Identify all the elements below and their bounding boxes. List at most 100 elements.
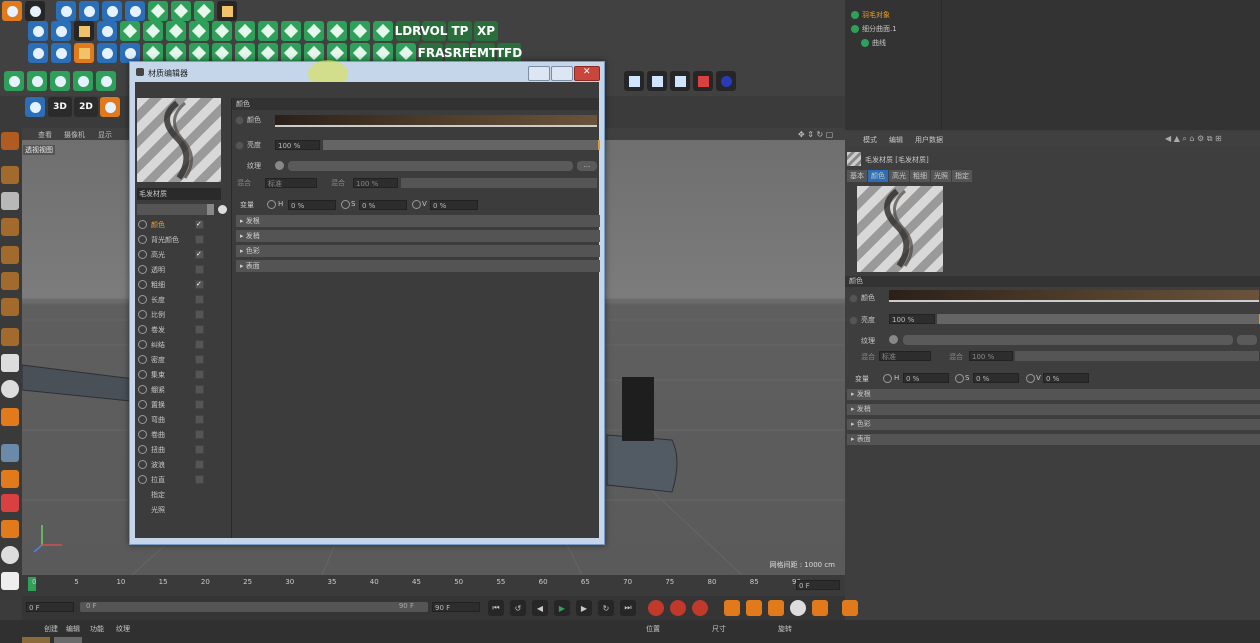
object-mode-icon[interactable] [1,272,19,290]
channel-item[interactable]: 卷曲 [138,428,223,441]
channel-checkbox[interactable] [195,340,204,349]
attr-color-radio-icon[interactable] [849,293,858,303]
play-icon[interactable]: ▶ [554,600,570,616]
attr-h-radio-icon[interactable] [883,374,892,383]
mode-2d-button[interactable]: 2D [74,97,98,117]
mat-menu-texture[interactable]: 纹理 [116,624,130,634]
mat-menu-edit[interactable]: 编辑 [66,624,80,634]
channel-checkbox[interactable] [195,265,204,274]
hair-edit-3-icon[interactable] [189,43,209,63]
object-item[interactable]: 羽毛对象 [851,10,890,20]
channel-checkbox[interactable] [195,325,204,334]
minimize-button[interactable] [528,66,550,81]
attr-section-surface[interactable]: ▸ 表面 [847,434,1260,445]
attr-v-radio-icon[interactable] [1026,374,1035,383]
array-icon[interactable] [97,21,117,41]
channel-radio-icon[interactable] [138,250,147,259]
color-gradient-bar[interactable] [275,115,597,127]
autokey-icon[interactable] [670,600,686,616]
hair-tool-7-icon[interactable] [258,21,278,41]
hair-edit-12-icon[interactable] [396,43,416,63]
brightness-radio-icon[interactable] [235,140,244,150]
channel-item[interactable]: 扭曲 [138,443,223,456]
tp-button[interactable]: TP [448,21,472,41]
channel-checkbox[interactable] [195,460,204,469]
h-input[interactable]: 0 % [288,200,336,210]
hair-edit-11-icon[interactable] [373,43,393,63]
attr-s-radio-icon[interactable] [955,374,964,383]
material-swatch-1[interactable] [22,637,50,643]
viewport-menu-display[interactable]: 显示 [98,130,112,140]
magnet-tool-icon[interactable] [1,408,19,426]
soft-selection-icon[interactable] [1,380,19,398]
keyframe-selection-icon[interactable] [692,600,708,616]
channel-item[interactable]: 光照 [138,503,223,516]
hair-tool-8-icon[interactable] [281,21,301,41]
v-input[interactable]: 0 % [430,200,478,210]
attr-texture-toggle-icon[interactable] [889,335,898,344]
hair-edit-5-icon[interactable] [235,43,255,63]
channel-item[interactable]: 弯曲 [138,413,223,426]
attr-texture-field[interactable] [903,335,1233,345]
hair-tool-12-icon[interactable] [373,21,393,41]
viewport-menu-view[interactable]: 查看 [38,130,52,140]
vol-button[interactable]: VOL [421,21,447,41]
channel-radio-icon[interactable] [138,310,147,319]
x-axis-icon[interactable] [148,1,168,21]
attr-h-input[interactable]: 0 % [903,373,949,383]
hair-tool-4-icon[interactable] [189,21,209,41]
z-axis-icon[interactable] [194,1,214,21]
parameter-icon[interactable] [25,97,45,117]
emt-button[interactable]: EMT [469,43,497,63]
coord-system-icon[interactable] [217,1,237,21]
channel-item[interactable]: 置换 [138,398,223,411]
channel-radio-icon[interactable] [138,220,147,229]
edges-mode-icon[interactable] [1,192,19,210]
channel-checkbox[interactable]: ✓ [195,250,204,259]
spline-icon[interactable] [51,21,71,41]
mat-menu-create[interactable]: 创建 [44,624,58,634]
next-key-icon[interactable]: ↻ [598,600,614,616]
end-frame-field[interactable]: 90 F [432,602,480,612]
key-pla-icon[interactable] [812,600,828,616]
channel-radio-icon[interactable] [138,370,147,379]
attr-v-input[interactable]: 0 % [1043,373,1089,383]
model-mode-icon[interactable] [1,246,19,264]
key-rotation-icon[interactable] [768,600,784,616]
channel-item[interactable]: 比例 [138,308,223,321]
channel-checkbox[interactable]: ✓ [195,280,204,289]
render-settings-icon[interactable] [693,71,713,91]
points-mode-icon[interactable] [1,166,19,184]
attr-tab[interactable]: 高光 [889,170,909,182]
texture-toggle-icon[interactable] [275,161,284,170]
mat-menu-function[interactable]: 功能 [90,624,104,634]
channel-item[interactable]: 绷紧 [138,383,223,396]
hair-tool-3-icon[interactable] [166,21,186,41]
fra-button[interactable]: FRA [418,43,444,63]
attr-section-tint[interactable]: ▸ 色彩 [847,419,1260,430]
redo-icon[interactable] [25,1,45,21]
channel-radio-icon[interactable] [138,460,147,469]
hair-edit-7-icon[interactable] [281,43,301,63]
channel-item[interactable]: 密度 [138,353,223,366]
section-tip[interactable]: ▸ 发梢 [236,230,600,242]
lock-icon[interactable] [1,520,19,538]
rotate-icon[interactable] [125,1,145,21]
attr-tab[interactable]: 指定 [952,170,972,182]
channel-checkbox[interactable]: ✓ [195,220,204,229]
channel-radio-icon[interactable] [138,475,147,484]
undo-icon[interactable] [2,1,22,21]
channel-radio-icon[interactable] [138,340,147,349]
camera-icon[interactable] [97,43,117,63]
prev-key-icon[interactable]: ↺ [510,600,526,616]
hair-tool-2-icon[interactable] [143,21,163,41]
nurbs-icon[interactable] [74,21,94,41]
hair-edit-10-icon[interactable] [350,43,370,63]
channel-item[interactable]: 高光 ✓ [138,248,223,261]
channel-item[interactable]: 卷发 [138,323,223,336]
attr-mix-mode-select[interactable]: 标准 [879,351,931,361]
section-tint[interactable]: ▸ 色彩 [236,245,600,257]
channel-checkbox[interactable] [195,385,204,394]
channel-checkbox[interactable] [195,355,204,364]
brightness-input[interactable]: 100 % [275,140,320,150]
